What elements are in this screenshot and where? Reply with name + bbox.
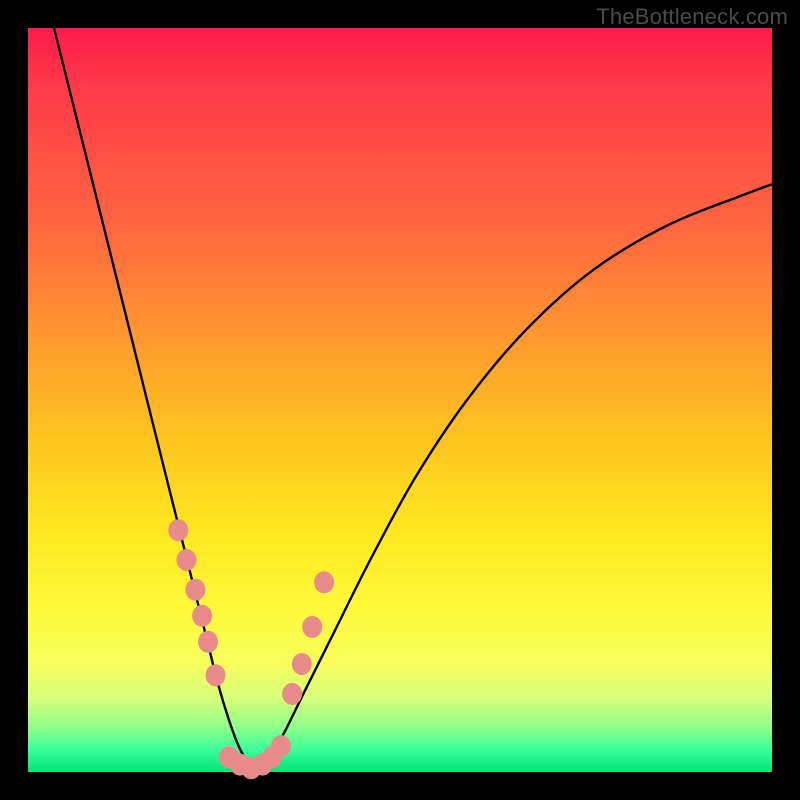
curve-marker-dot [282, 683, 302, 705]
bottleneck-curve [54, 28, 772, 772]
chart-frame: TheBottleneck.com [0, 0, 800, 800]
curve-marker-dot [314, 571, 334, 593]
curve-marker-dot [206, 664, 226, 686]
curve-marker-dot [168, 519, 188, 541]
curve-marker-dot [292, 653, 312, 675]
curve-marker-dot [177, 549, 197, 571]
plot-area [28, 28, 772, 772]
curve-marker-dot [302, 616, 322, 638]
curve-marker-dot [198, 631, 218, 653]
curve-marker-dot [192, 605, 212, 627]
curve-marker-dot [271, 735, 291, 757]
curve-markers [168, 519, 334, 779]
curve-svg [28, 28, 772, 772]
curve-marker-dot [185, 579, 205, 601]
watermark-text: TheBottleneck.com [596, 4, 788, 30]
